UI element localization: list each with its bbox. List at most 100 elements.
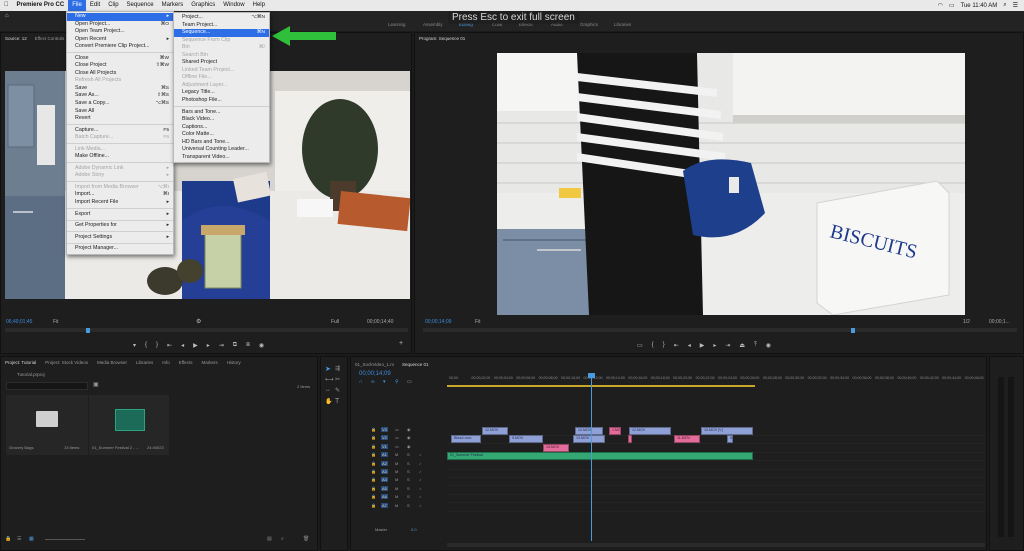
track-label[interactable]: A1 <box>381 452 388 458</box>
tab-source[interactable]: Source: 12 <box>5 36 27 41</box>
project-search-input[interactable] <box>6 382 88 390</box>
audio-clip[interactable]: 01_Summer Festival <box>447 452 753 461</box>
program-timecode[interactable]: 00;00;14;09 <box>425 319 451 325</box>
file-menu-item-close[interactable]: Close ⌘W <box>67 55 173 63</box>
track-mute-button[interactable]: M <box>395 477 398 482</box>
find-icon[interactable]: ⌕ <box>281 536 284 542</box>
track-voiceover-icon[interactable]: ♪ <box>419 494 421 499</box>
track-row-a7[interactable] <box>447 503 985 512</box>
track-label[interactable]: V2 <box>381 435 388 441</box>
track-label[interactable]: V1 <box>381 443 388 449</box>
track-visibility-icon[interactable]: ◉ <box>407 444 411 449</box>
source-settings-icon[interactable]: ⚙ <box>196 318 201 325</box>
tab-project-stock[interactable]: Project: Stock Videos <box>45 360 88 365</box>
go-to-out-icon[interactable]: ⇥ <box>219 342 224 349</box>
track-solo-button[interactable]: S <box>407 494 410 499</box>
source-playhead[interactable] <box>85 328 90 333</box>
source-fit-select[interactable]: Fit <box>53 319 59 325</box>
file-menu-item-open-recent[interactable]: Open Recent ▸ <box>67 36 173 44</box>
mark-out-icon[interactable]: { <box>145 342 147 348</box>
track-label[interactable]: A2 <box>381 460 388 466</box>
mark-in-icon[interactable]: ▾ <box>133 342 136 349</box>
source-scrub-bar[interactable] <box>5 328 408 332</box>
timeline-clip[interactable]: 1.MOV <box>609 427 621 435</box>
app-menu[interactable]: Premiere Pro CC <box>13 0 69 11</box>
timeline-clip[interactable]: 10.MOV [V] <box>701 427 753 435</box>
timeline-clip[interactable]: 13.MOV <box>573 435 605 444</box>
prog-mark-out-icon[interactable]: } <box>663 342 665 348</box>
slip-tool-icon[interactable]: ↔ <box>325 387 331 393</box>
new-submenu-item-legacy-title[interactable]: Legacy Title... <box>174 89 269 97</box>
timeline-timecode[interactable]: 00;00;14;09 <box>359 371 391 377</box>
track-lock-icon[interactable]: 🔒 <box>371 461 376 466</box>
program-fit-select[interactable]: Fit <box>475 319 481 325</box>
step-forward-icon[interactable]: ▸ <box>207 342 210 349</box>
new-submenu-item-universal-counting-leader[interactable]: Universal Counting Leader... <box>174 146 269 154</box>
menu-file[interactable]: File <box>68 0 86 11</box>
ws-libraries[interactable]: Libraries <box>614 22 631 27</box>
track-voiceover-icon[interactable]: ♪ <box>419 477 421 482</box>
linked-selection-icon[interactable]: ∞ <box>371 379 375 385</box>
track-voiceover-icon[interactable]: ♪ <box>419 452 421 457</box>
tab-effect-controls[interactable]: Effect Controls <box>35 36 64 41</box>
ripple-edit-tool-icon[interactable]: ⟷ <box>325 376 334 383</box>
new-submenu-item-sequence[interactable]: Sequence... ⌘N <box>174 29 269 37</box>
play-icon[interactable]: ▶ <box>193 342 198 349</box>
track-label[interactable]: A5 <box>381 485 388 491</box>
timeline-clip[interactable]: 11.MOV <box>674 435 700 444</box>
new-submenu-item-project[interactable]: Project... ⌥⌘N <box>174 14 269 22</box>
new-submenu-item-transparent-video[interactable]: Transparent Video... <box>174 154 269 162</box>
track-sync-icon[interactable]: ▭ <box>395 427 399 432</box>
source-timecode[interactable]: 06;49;01;45 <box>6 319 32 325</box>
extract-icon[interactable]: ⤒ <box>754 342 757 349</box>
timeline-clip[interactable]: 12.MOV <box>629 427 671 435</box>
file-menu-item-save-all[interactable]: Save All <box>67 108 173 116</box>
track-lock-icon[interactable]: 🔒 <box>371 486 376 491</box>
track-lock-icon[interactable]: 🔒 <box>371 469 376 474</box>
file-menu-item-convert-premiere-clip-project[interactable]: Convert Premiere Clip Project... <box>67 43 173 51</box>
track-visibility-icon[interactable]: ◉ <box>407 435 411 440</box>
file-menu-item-save[interactable]: Save ⌘S <box>67 85 173 93</box>
track-mute-button[interactable]: M <box>395 469 398 474</box>
track-label[interactable]: A7 <box>381 502 388 508</box>
prog-export-frame-icon[interactable]: ◉ <box>766 342 771 349</box>
track-area[interactable]: 12.MOV 10.MOV 1.MOV 12.MOV 10.MOV [V] Bliss4.… <box>447 427 985 537</box>
track-label[interactable]: V3 <box>381 427 388 432</box>
pen-tool-icon[interactable]: ✎ <box>335 387 340 394</box>
file-menu-item-get-properties-for[interactable]: Get Properties for ▸ <box>67 222 173 230</box>
file-menu-item-new[interactable]: New ▸ <box>67 13 173 21</box>
menu-help[interactable]: Help <box>249 0 269 11</box>
new-submenu-item-shared-project[interactable]: Shared Project <box>174 59 269 67</box>
ws-assembly[interactable]: Assembly <box>423 22 443 27</box>
ws-graphics[interactable]: Graphics <box>580 22 598 27</box>
track-label[interactable]: A3 <box>381 469 388 474</box>
track-lock-icon[interactable]: 🔒 <box>371 427 376 432</box>
timeline-clip[interactable]: 10.MOV <box>575 427 603 435</box>
timeline-clip[interactable]: 12.MOV <box>482 427 508 435</box>
file-menu-item-capture[interactable]: Capture... F5 <box>67 127 173 135</box>
track-solo-button[interactable]: S <box>407 477 410 482</box>
zoom-slider[interactable] <box>45 539 85 540</box>
file-menu-item-save-as[interactable]: Save As... ⇧⌘S <box>67 92 173 100</box>
project-item-folder[interactable]: Grocery Bags 13 Items <box>6 395 88 455</box>
timeline-clip[interactable]: Bliss4.mov <box>451 435 481 444</box>
tab-sequence-01[interactable]: Sequence 01 <box>402 362 429 367</box>
timeline-clip[interactable]: 13.MOV <box>543 443 569 452</box>
tab-project-tutorial[interactable]: Project: Tutorial <box>5 360 36 365</box>
track-mute-button[interactable]: M <box>395 452 398 457</box>
file-menu-item-open-project[interactable]: Open Project... ⌘O <box>67 21 173 29</box>
menu-list-icon[interactable]: ☰ <box>1013 2 1018 9</box>
track-select-tool-icon[interactable]: ⇶ <box>335 365 340 372</box>
timeline-clip[interactable]: 9.MOV <box>509 435 543 444</box>
prog-play-icon[interactable]: ▶ <box>700 342 705 349</box>
track-mute-button[interactable]: M <box>395 503 398 508</box>
program-scrub-bar[interactable] <box>423 328 1017 332</box>
timeline-clip[interactable]: 5.MOV <box>727 435 733 444</box>
program-playhead[interactable] <box>850 328 855 333</box>
file-menu-item-import[interactable]: Import... ⌘I <box>67 191 173 199</box>
new-submenu-item-team-project[interactable]: Team Project... <box>174 22 269 30</box>
track-solo-button[interactable]: S <box>407 486 410 491</box>
track-voiceover-icon[interactable]: ♪ <box>419 486 421 491</box>
icon-view-icon[interactable]: ▦ <box>29 536 34 542</box>
new-item-icon[interactable]: ▤ <box>267 536 272 542</box>
